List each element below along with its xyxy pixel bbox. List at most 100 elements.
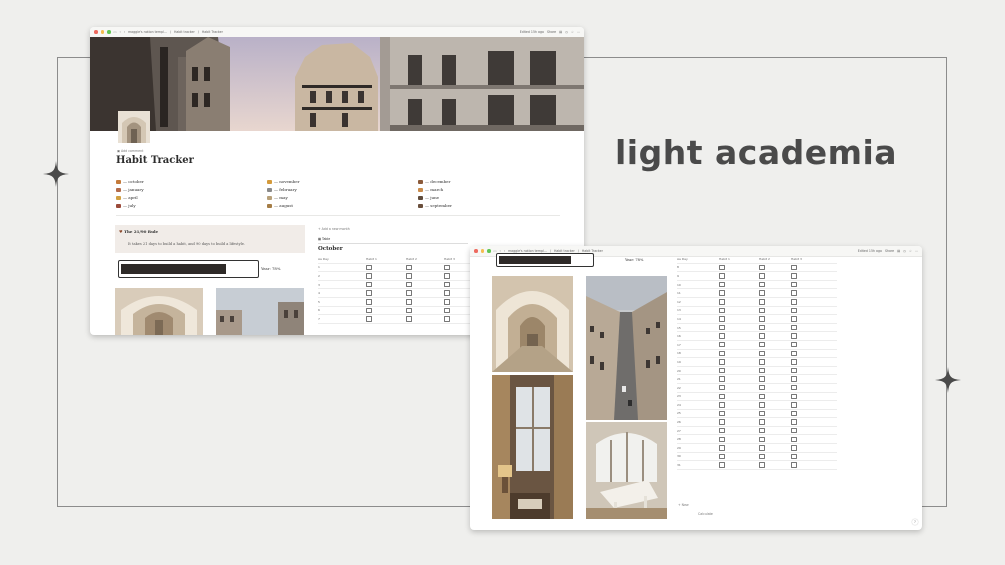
day-cell[interactable]: 18 <box>677 349 719 359</box>
habit-checkbox[interactable] <box>406 307 412 314</box>
habit-checkbox[interactable] <box>759 281 765 288</box>
month-link-february[interactable]: — february <box>267 187 297 193</box>
day-cell[interactable]: 23 <box>677 392 719 402</box>
more-options-icon[interactable]: ⋯ <box>577 30 580 34</box>
habit-checkbox[interactable] <box>791 281 797 288</box>
month-link-august[interactable]: — august <box>267 203 293 209</box>
habit-checkbox[interactable] <box>791 453 797 460</box>
month-link-june[interactable]: — june <box>418 195 439 201</box>
habit-checkbox[interactable] <box>759 290 765 296</box>
more-options-icon[interactable]: ⋯ <box>915 249 918 253</box>
day-cell[interactable]: 29 <box>677 443 719 453</box>
column-header-habit-1[interactable]: Habit 1 <box>366 255 406 264</box>
habit-checkbox[interactable] <box>719 427 725 434</box>
habit-checkbox[interactable] <box>791 402 797 408</box>
month-link-january[interactable]: — january <box>116 187 144 193</box>
habit-checkbox[interactable] <box>719 273 725 279</box>
favorite-star-icon[interactable]: ☆ <box>909 249 912 253</box>
habit-checkbox[interactable] <box>759 299 765 305</box>
habit-checkbox[interactable] <box>444 299 450 305</box>
habit-checkbox[interactable] <box>791 307 797 314</box>
habit-checkbox[interactable] <box>719 341 725 348</box>
add-comment-button[interactable]: ▣ Add comment <box>117 149 143 153</box>
habit-checkbox[interactable] <box>406 316 412 322</box>
day-cell[interactable]: 2 <box>318 271 366 281</box>
habit-checkbox[interactable] <box>719 324 725 331</box>
day-cell[interactable]: 28 <box>677 434 719 445</box>
day-cell[interactable]: 25 <box>677 409 719 419</box>
day-cell[interactable]: 8 <box>677 263 719 273</box>
habit-checkbox[interactable] <box>791 333 797 339</box>
breadcrumb-item[interactable]: Habit Tracker <box>202 30 223 34</box>
habit-checkbox[interactable] <box>366 273 372 279</box>
habit-checkbox[interactable] <box>791 367 797 374</box>
day-cell[interactable]: 22 <box>677 383 719 393</box>
day-cell[interactable]: 26 <box>677 417 719 427</box>
maximize-window-dot[interactable] <box>487 249 491 253</box>
habit-checkbox[interactable] <box>366 307 372 314</box>
habit-checkbox[interactable] <box>759 264 765 271</box>
habit-checkbox[interactable] <box>759 445 765 451</box>
month-link-september[interactable]: — september <box>418 203 452 209</box>
habit-checkbox[interactable] <box>791 462 797 468</box>
day-cell[interactable]: 31 <box>677 460 719 470</box>
day-cell[interactable]: 4 <box>318 288 366 298</box>
habit-checkbox[interactable] <box>791 341 797 348</box>
habit-checkbox[interactable] <box>759 350 765 357</box>
habit-checkbox[interactable] <box>791 376 797 382</box>
habit-checkbox[interactable] <box>759 462 765 468</box>
column-header-day[interactable]: Aa Day <box>677 255 719 264</box>
habit-checkbox[interactable] <box>406 299 412 305</box>
habit-checkbox[interactable] <box>719 402 725 408</box>
page-icon-arch[interactable] <box>118 111 150 143</box>
habit-checkbox[interactable] <box>791 264 797 271</box>
habit-checkbox[interactable] <box>791 299 797 305</box>
habit-checkbox[interactable] <box>791 324 797 331</box>
habit-checkbox[interactable] <box>759 273 765 279</box>
habit-checkbox[interactable] <box>791 393 797 400</box>
habit-checkbox[interactable] <box>719 350 725 357</box>
habit-checkbox[interactable] <box>759 410 765 417</box>
day-cell[interactable]: 14 <box>677 314 719 324</box>
day-cell[interactable]: 10 <box>677 280 719 290</box>
tab-table[interactable]: ▦ Table <box>318 237 330 241</box>
habit-checkbox[interactable] <box>719 299 725 305</box>
habit-checkbox[interactable] <box>719 264 725 271</box>
habit-checkbox[interactable] <box>444 264 450 271</box>
comments-icon[interactable]: ▤ <box>559 30 562 34</box>
habit-checkbox[interactable] <box>759 324 765 331</box>
habit-checkbox[interactable] <box>759 419 765 425</box>
column-header-habit-3[interactable]: Habit 3 <box>791 255 837 264</box>
minimize-window-dot[interactable] <box>100 30 104 34</box>
habit-checkbox[interactable] <box>719 384 725 391</box>
habit-checkbox[interactable] <box>366 281 372 288</box>
habit-checkbox[interactable] <box>759 359 765 365</box>
day-cell[interactable]: 20 <box>677 366 719 376</box>
habit-checkbox[interactable] <box>759 307 765 314</box>
calculate-button[interactable]: Calculate <box>698 512 713 516</box>
close-window-dot[interactable] <box>474 249 478 253</box>
habit-checkbox[interactable] <box>366 299 372 305</box>
habit-checkbox[interactable] <box>719 410 725 417</box>
comments-icon[interactable]: ▤ <box>897 249 900 253</box>
month-link-december[interactable]: — december <box>418 179 450 185</box>
day-cell[interactable]: 15 <box>677 323 719 333</box>
habit-checkbox[interactable] <box>791 445 797 451</box>
help-icon[interactable]: ? <box>912 519 918 525</box>
month-link-july[interactable]: — july <box>116 203 136 209</box>
habit-checkbox[interactable] <box>759 393 765 400</box>
day-cell[interactable]: 1 <box>318 263 366 273</box>
minimize-window-dot[interactable] <box>480 249 484 253</box>
month-link-april[interactable]: — april <box>116 195 138 201</box>
habit-checkbox[interactable] <box>759 333 765 339</box>
habit-checkbox[interactable] <box>791 290 797 296</box>
updates-icon[interactable]: ◷ <box>565 30 568 34</box>
forward-icon[interactable]: › <box>124 30 125 34</box>
habit-checkbox[interactable] <box>719 376 725 382</box>
habit-checkbox[interactable] <box>791 436 797 443</box>
updates-icon[interactable]: ◷ <box>903 249 906 253</box>
column-header-habit-2[interactable]: Habit 2 <box>406 255 444 264</box>
habit-checkbox[interactable] <box>719 436 725 443</box>
habit-checkbox[interactable] <box>444 290 450 296</box>
day-cell[interactable]: 30 <box>677 452 719 462</box>
